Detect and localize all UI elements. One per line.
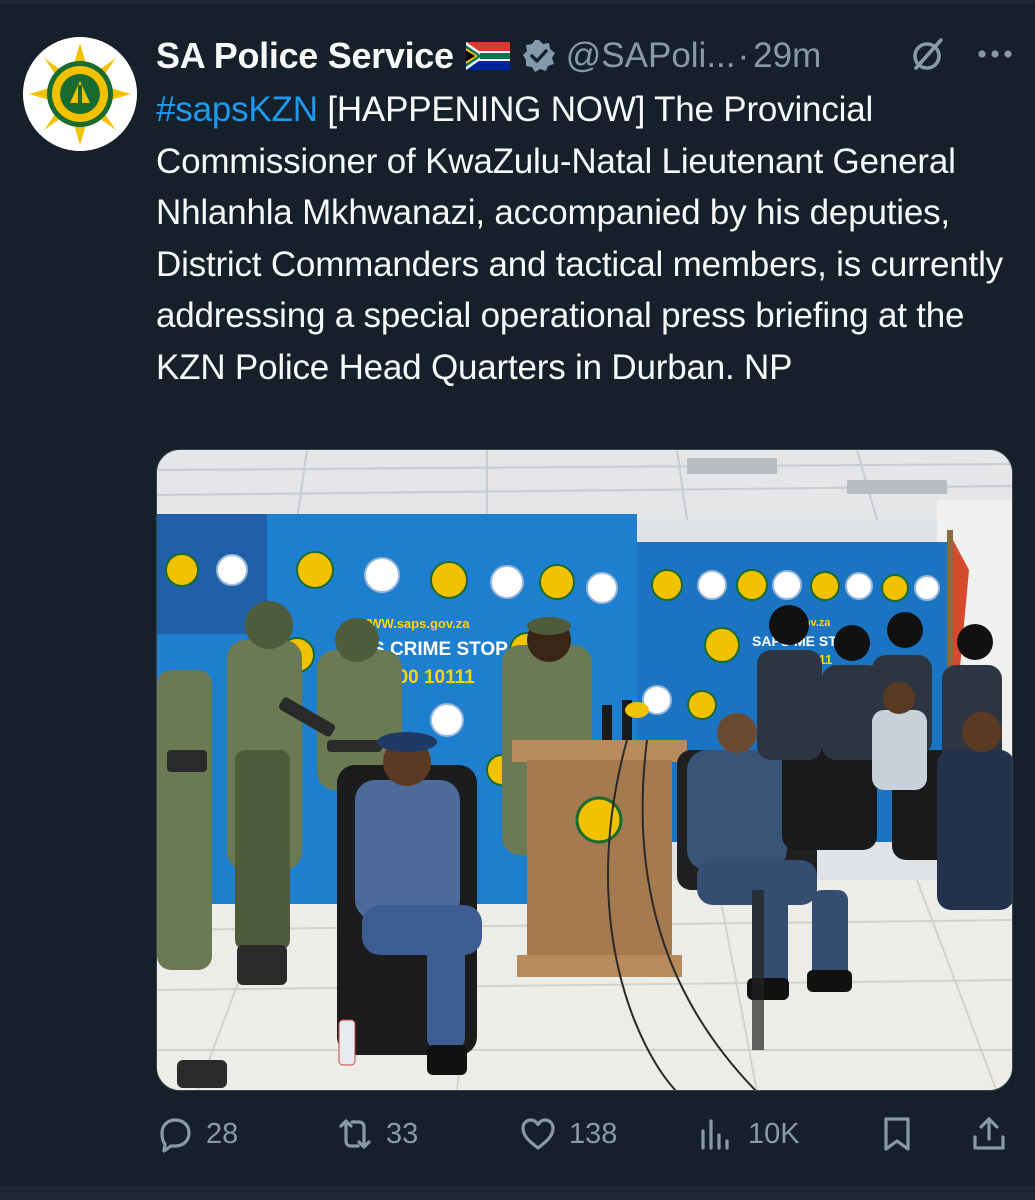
grok-icon[interactable] (908, 34, 948, 74)
top-divider (0, 0, 1035, 4)
tweet-header: SA Police Service @SAPoli... · 29m (156, 30, 1026, 82)
tweet-text: #sapsKZN [HAPPENING NOW] The Provincial … (156, 84, 1026, 393)
display-name[interactable]: SA Police Service (156, 35, 454, 77)
repost-icon (336, 1115, 374, 1153)
share-icon (970, 1115, 1008, 1153)
tweet-photo[interactable]: WWW.saps.gov.za S CRIME STOP 600 10111 g… (156, 449, 1013, 1091)
views-count: 10K (748, 1117, 800, 1150)
share-button[interactable] (970, 1108, 1008, 1160)
views-icon (698, 1115, 736, 1153)
reply-count: 28 (206, 1117, 239, 1150)
heart-icon (519, 1115, 557, 1153)
verified-badge-icon[interactable] (522, 39, 556, 73)
repost-count: 33 (386, 1117, 419, 1150)
like-count: 138 (569, 1117, 618, 1150)
like-button[interactable]: 138 (519, 1108, 617, 1160)
separator-dot: · (737, 36, 750, 75)
reply-button[interactable]: 28 (156, 1108, 238, 1160)
avatar[interactable] (23, 37, 137, 151)
action-bar: 28 33 138 10K (156, 1108, 1016, 1160)
more-icon[interactable] (975, 37, 1015, 77)
timestamp[interactable]: 29m (753, 36, 821, 76)
south-africa-flag-icon (465, 42, 510, 70)
reply-icon (156, 1115, 194, 1153)
tweet-body: [HAPPENING NOW] The Provincial Commissio… (156, 90, 1003, 387)
bottom-divider (0, 1186, 1035, 1200)
hashtag-link[interactable]: #sapsKZN (156, 90, 318, 129)
press-briefing-photo: WWW.saps.gov.za S CRIME STOP 600 10111 g… (157, 450, 1012, 1090)
handle[interactable]: @SAPoli... (566, 36, 736, 76)
repost-button[interactable]: 33 (336, 1108, 418, 1160)
bookmark-icon (878, 1115, 916, 1153)
views-button[interactable]: 10K (698, 1108, 800, 1160)
bookmark-button[interactable] (878, 1108, 916, 1160)
saps-logo-icon (23, 37, 137, 151)
